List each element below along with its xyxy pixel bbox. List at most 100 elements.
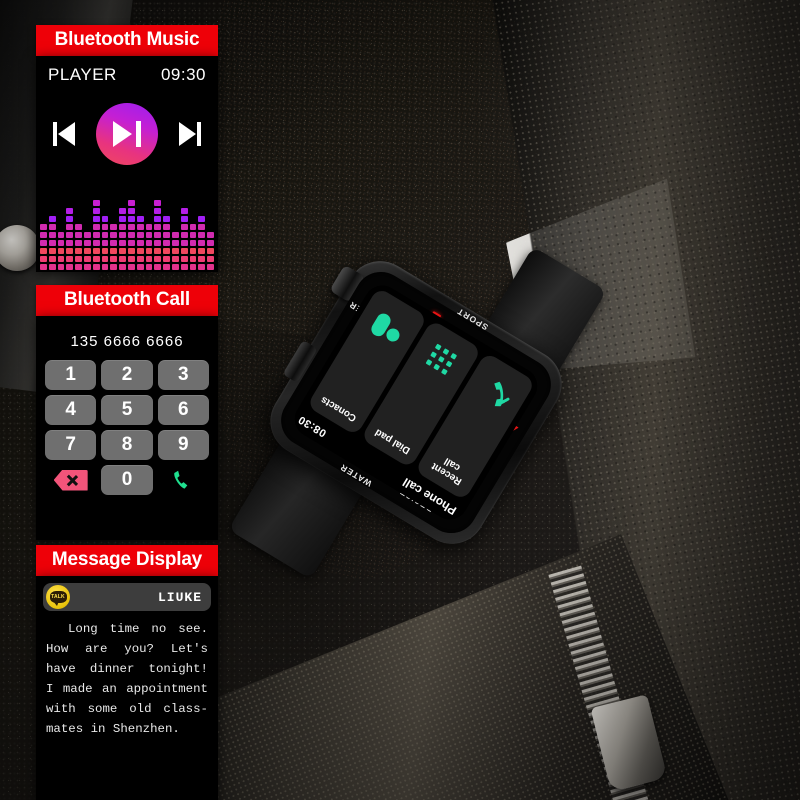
- equalizer-cell: [127, 248, 135, 254]
- phone-handset-icon: [464, 362, 526, 423]
- call-screen: 135 6666 6666 123 456 7890: [36, 316, 218, 540]
- equalizer-cell: [75, 256, 82, 262]
- equalizer-cell: [119, 232, 126, 238]
- equalizer-cell: [48, 256, 56, 262]
- equalizer-column: [198, 216, 206, 270]
- equalizer-cell: [40, 264, 47, 270]
- equalizer-cell: [127, 232, 135, 238]
- equalizer-cell: [57, 256, 65, 262]
- equalizer-cell: [171, 240, 179, 246]
- card-recent-call-label: Recent call: [429, 455, 464, 487]
- dial-key-6[interactable]: 6: [157, 395, 209, 425]
- equalizer-column: [171, 232, 179, 270]
- equalizer-cell: [101, 232, 109, 238]
- equalizer-cell: [145, 256, 153, 262]
- equalizer-cell: [83, 232, 91, 238]
- equalizer-cell: [127, 240, 135, 246]
- dial-key-2[interactable]: 2: [101, 360, 153, 390]
- previous-track-icon[interactable]: [53, 122, 79, 146]
- equalizer-cell: [40, 240, 47, 246]
- equalizer-cell: [171, 256, 179, 262]
- equalizer-cell: [110, 248, 118, 254]
- equalizer-column: [57, 232, 65, 270]
- equalizer-column: [163, 216, 170, 270]
- equalizer-cell: [92, 208, 100, 214]
- equalizer-cell: [66, 208, 74, 214]
- dial-key-1[interactable]: 1: [45, 360, 97, 390]
- equalizer-column: [83, 232, 91, 270]
- equalizer-cell: [145, 264, 153, 270]
- dialpad-grid-icon: [410, 329, 472, 390]
- panel-bluetooth-music: Bluetooth Music PLAYER 09:30: [36, 25, 218, 272]
- equalizer-column: [66, 208, 74, 270]
- dial-key-9[interactable]: 9: [157, 430, 209, 460]
- card-contacts-label: Conacts: [319, 393, 359, 424]
- equalizer-cell: [92, 200, 100, 206]
- panel-bluetooth-call: Bluetooth Call 135 6666 6666 123 456 7890: [36, 285, 218, 540]
- equalizer-column: [75, 224, 82, 270]
- message-header: TALK LIUKE: [43, 583, 211, 611]
- equalizer-cell: [189, 264, 197, 270]
- equalizer-cell: [154, 200, 162, 206]
- equalizer-cell: [180, 256, 188, 262]
- equalizer-cell: [180, 232, 188, 238]
- equalizer-cell: [180, 216, 188, 222]
- dial-key-5[interactable]: 5: [101, 395, 153, 425]
- equalizer-column: [189, 224, 197, 270]
- equalizer-cell: [145, 248, 153, 254]
- play-pause-button[interactable]: [96, 103, 158, 165]
- equalizer-cell: [119, 264, 126, 270]
- music-screen: PLAYER 09:30: [36, 56, 218, 272]
- equalizer-column: [101, 216, 109, 270]
- equalizer-cell: [83, 248, 91, 254]
- equalizer-column: [119, 208, 126, 270]
- dial-key-4[interactable]: 4: [45, 395, 97, 425]
- equalizer-cell: [145, 232, 153, 238]
- talk-icon-label: TALK: [51, 594, 65, 600]
- equalizer-cell: [83, 264, 91, 270]
- equalizer-cell: [163, 248, 170, 254]
- dial-key-8[interactable]: 8: [101, 430, 153, 460]
- equalizer-cell: [57, 264, 65, 270]
- call-icon[interactable]: [158, 465, 209, 495]
- equalizer-cell: [198, 224, 206, 230]
- equalizer-cell: [180, 240, 188, 246]
- equalizer-cell: [110, 240, 118, 246]
- equalizer-cell: [189, 248, 197, 254]
- dial-key-3[interactable]: 3: [157, 360, 209, 390]
- equalizer-cell: [154, 224, 162, 230]
- message-body-text: Long time no see. How are you? Let's hav…: [46, 622, 208, 737]
- next-track-icon[interactable]: [175, 122, 201, 146]
- equalizer-cell: [163, 264, 170, 270]
- panel-banner-call: Bluetooth Call: [36, 285, 218, 316]
- equalizer-cell: [92, 256, 100, 262]
- card-dial-pad-label: Dial pad: [373, 426, 413, 456]
- equalizer-cell: [119, 248, 126, 254]
- equalizer-cell: [66, 216, 74, 222]
- equalizer-cell: [48, 248, 56, 254]
- equalizer-cell: [136, 216, 144, 222]
- equalizer-cell: [136, 248, 144, 254]
- equalizer-cell: [92, 248, 100, 254]
- equalizer-cell: [198, 240, 206, 246]
- equalizer-cell: [119, 208, 126, 214]
- backspace-icon[interactable]: [45, 465, 96, 495]
- dial-key-0[interactable]: 0: [101, 465, 153, 495]
- panel-message-display: Message Display TALK LIUKE Long time no …: [36, 545, 218, 800]
- equalizer-cell: [92, 216, 100, 222]
- equalizer-cell: [110, 224, 118, 230]
- equalizer-cell: [66, 256, 74, 262]
- equalizer-cell: [180, 224, 188, 230]
- equalizer-cell: [163, 232, 170, 238]
- equalizer-cell: [110, 232, 118, 238]
- equalizer-cell: [136, 232, 144, 238]
- equalizer-cell: [83, 256, 91, 262]
- kakaotalk-app-icon: TALK: [46, 585, 70, 609]
- equalizer-cell: [127, 224, 135, 230]
- equalizer-cell: [180, 264, 188, 270]
- panel-banner-message: Message Display: [36, 545, 218, 576]
- equalizer-cell: [48, 224, 56, 230]
- dial-key-7[interactable]: 7: [45, 430, 97, 460]
- equalizer-column: [145, 224, 153, 270]
- equalizer-cell: [101, 256, 109, 262]
